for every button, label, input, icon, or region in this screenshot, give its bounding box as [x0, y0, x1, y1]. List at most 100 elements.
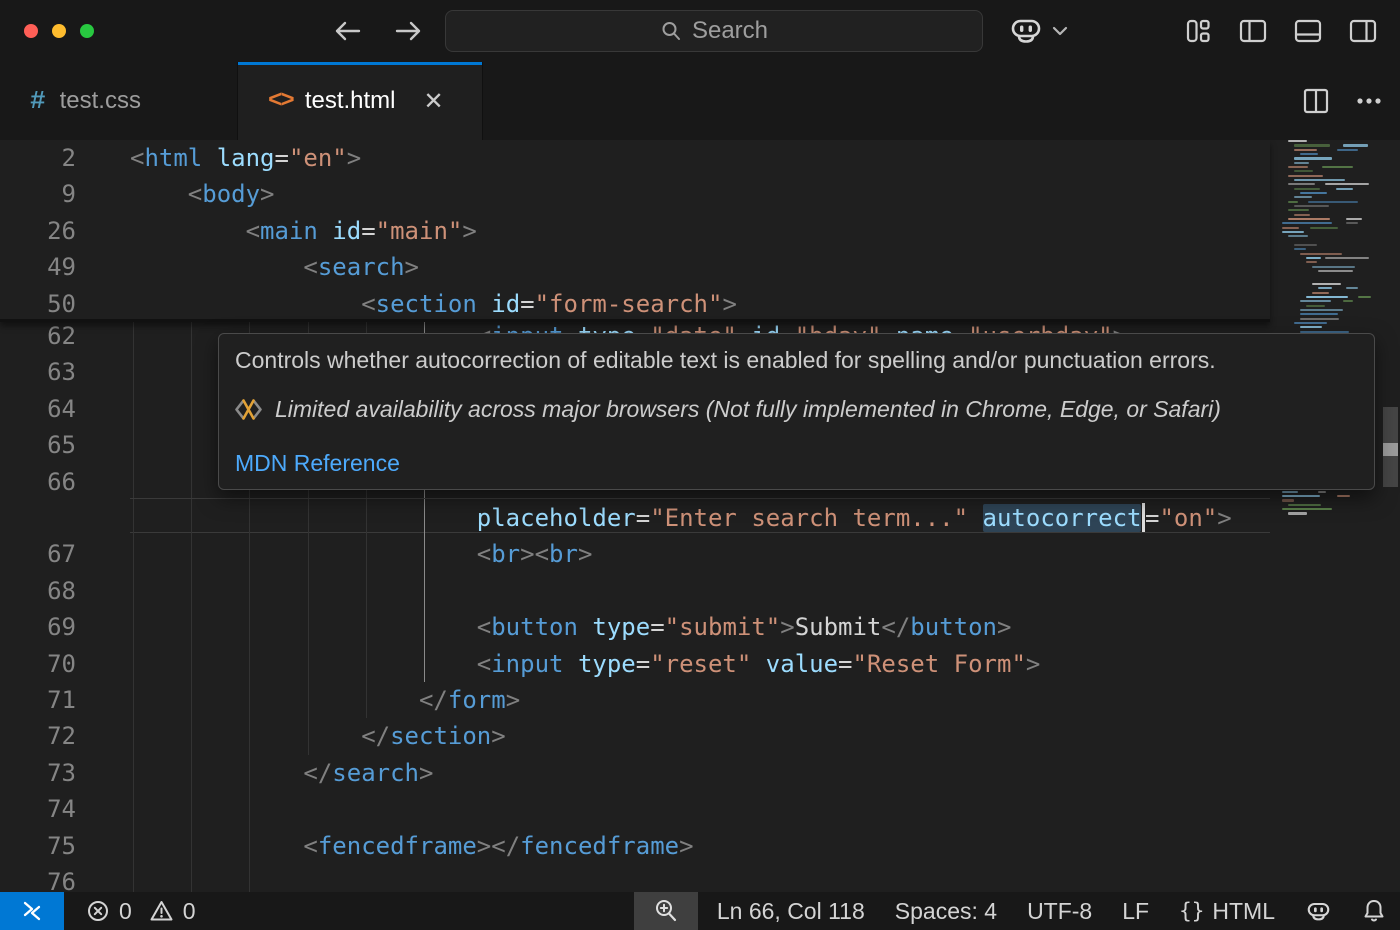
line-number[interactable]: 62 — [0, 318, 76, 354]
sticky-row-50[interactable]: 50 <section id="form-search"> — [0, 286, 1270, 323]
code-row-76[interactable]: 76 — [0, 864, 1270, 892]
split-editor-icon[interactable] — [1302, 87, 1330, 115]
code-text: <br><br> — [130, 536, 592, 572]
minimize-window-button[interactable] — [52, 24, 66, 38]
encoding-status[interactable]: UTF-8 — [1012, 892, 1107, 930]
minimap-line — [1346, 287, 1358, 289]
minimap-line — [1310, 227, 1338, 229]
minimap-line — [1300, 153, 1318, 155]
forward-icon[interactable] — [392, 14, 426, 48]
sticky-row-26[interactable]: 26 <main id="main"> — [0, 213, 1270, 250]
css-file-icon: # — [30, 86, 46, 116]
tab-test-css[interactable]: # test.css — [0, 62, 238, 140]
minimap-line — [1294, 170, 1313, 172]
line-number[interactable]: 72 — [0, 718, 76, 754]
line-number[interactable]: 71 — [0, 682, 76, 718]
line-number[interactable]: 74 — [0, 791, 76, 827]
line-number[interactable]: 63 — [0, 354, 76, 390]
code-row-74[interactable]: 74 — [0, 791, 1270, 828]
code-row-68[interactable]: 68 — [0, 573, 1270, 610]
remote-indicator[interactable] — [0, 892, 64, 930]
toggle-secondary-sidebar-icon[interactable] — [1348, 16, 1378, 46]
line-number[interactable]: 2 — [0, 140, 76, 176]
indent-guide — [191, 354, 192, 390]
tab-test-html[interactable]: <> test.html ✕ — [238, 62, 483, 140]
cursor-position-status[interactable]: Ln 66, Col 118 — [702, 892, 880, 930]
sticky-row-49[interactable]: 49 <search> — [0, 249, 1270, 286]
line-number[interactable]: 75 — [0, 828, 76, 864]
line-number[interactable]: 68 — [0, 573, 76, 609]
code-row-70[interactable]: 70 <input type="reset" value="Reset Form… — [0, 646, 1270, 683]
line-number[interactable]: 26 — [0, 213, 76, 249]
close-tab-icon[interactable]: ✕ — [424, 87, 444, 116]
minimap-line — [1337, 495, 1350, 497]
tab-label: test.html — [305, 87, 396, 115]
code-row-69[interactable]: 69 <button type="submit">Submit</button> — [0, 609, 1270, 646]
problems-status[interactable]: 0 0 — [86, 898, 196, 925]
indent-guide — [133, 354, 134, 390]
zoom-status-item[interactable] — [634, 892, 698, 930]
maximize-window-button[interactable] — [80, 24, 94, 38]
line-number[interactable]: 50 — [0, 286, 76, 322]
minimap-line — [1294, 205, 1329, 207]
line-number[interactable]: 76 — [0, 864, 76, 892]
back-icon[interactable] — [330, 14, 364, 48]
toggle-primary-sidebar-icon[interactable] — [1238, 16, 1268, 46]
line-number[interactable]: 67 — [0, 536, 76, 572]
minimap-line — [1282, 222, 1332, 224]
code-text: </form> — [130, 682, 520, 718]
sticky-row-9[interactable]: 9 <body> — [0, 176, 1270, 213]
minimap-line — [1294, 196, 1312, 198]
code-row-67[interactable]: 67 <br><br> — [0, 536, 1270, 573]
minimap-line — [1312, 292, 1329, 294]
minimap-line — [1306, 261, 1317, 263]
command-center-search[interactable]: Search — [445, 10, 983, 52]
mdn-reference-link[interactable]: MDN Reference — [235, 450, 400, 477]
language-mode-status[interactable]: {} HTML — [1164, 892, 1290, 930]
tooltip-availability-note: Limited availability across major browse… — [275, 396, 1221, 423]
editor-pane[interactable]: 62 <input type="date" id="bday" name="us… — [0, 140, 1400, 892]
code-row-75[interactable]: 75 <fencedframe></fencedframe> — [0, 828, 1270, 865]
minimap-line — [1294, 248, 1306, 250]
line-number[interactable]: 65 — [0, 427, 76, 463]
customize-layout-icon[interactable] — [1183, 16, 1213, 46]
more-actions-icon[interactable] — [1356, 97, 1382, 105]
indent-guide — [191, 464, 192, 500]
line-number[interactable]: 49 — [0, 249, 76, 285]
warnings-icon — [149, 899, 174, 923]
search-icon — [660, 20, 682, 42]
close-window-button[interactable] — [24, 24, 38, 38]
minimap-line — [1300, 309, 1343, 311]
indentation-status[interactable]: Spaces: 4 — [880, 892, 1012, 930]
code-row-wrap[interactable]: placeholder="Enter search term..." autoc… — [0, 500, 1270, 537]
minimap-line — [1300, 318, 1339, 320]
line-number[interactable]: 66 — [0, 464, 76, 500]
minimap-line — [1336, 188, 1353, 190]
copilot-menu-button[interactable] — [1008, 13, 1068, 49]
minimap-line — [1294, 162, 1309, 164]
code-row-72[interactable]: 72 </section> — [0, 718, 1270, 755]
minimap-line — [1294, 157, 1332, 159]
code-text: <input type="reset" value="Reset Form"> — [130, 646, 1040, 682]
toggle-panel-icon[interactable] — [1293, 16, 1323, 46]
copilot-status-icon[interactable] — [1290, 892, 1347, 930]
minimap-line — [1308, 201, 1358, 203]
line-number[interactable]: 64 — [0, 391, 76, 427]
code-row-71[interactable]: 71 </form> — [0, 682, 1270, 719]
chevron-down-icon — [1052, 25, 1068, 37]
search-placeholder: Search — [692, 17, 768, 45]
code-row-73[interactable]: 73 </search> — [0, 755, 1270, 792]
indent-guide — [133, 427, 134, 463]
minimap-line — [1294, 188, 1320, 190]
line-number[interactable]: 9 — [0, 176, 76, 212]
minimap-line — [1343, 300, 1352, 302]
line-number[interactable]: 73 — [0, 755, 76, 791]
line-number[interactable]: 70 — [0, 646, 76, 682]
code-text: <button type="submit">Submit</button> — [130, 609, 1011, 645]
eol-status[interactable]: LF — [1107, 892, 1164, 930]
line-number[interactable]: 69 — [0, 609, 76, 645]
tab-label: test.css — [60, 87, 141, 115]
traffic-lights — [24, 24, 94, 38]
notifications-bell-icon[interactable] — [1347, 892, 1400, 930]
sticky-row-2[interactable]: 2<html lang="en"> — [0, 140, 1270, 177]
